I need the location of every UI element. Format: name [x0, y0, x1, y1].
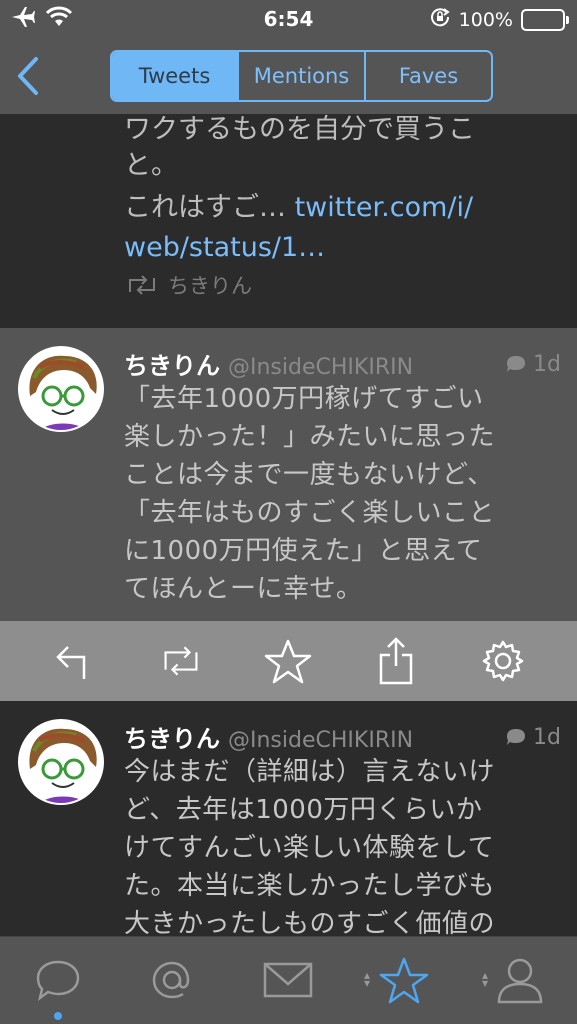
- avatar-image: [20, 721, 102, 803]
- tab-mentions-bottom[interactable]: [144, 955, 200, 1005]
- tweet-header: ちきりん @InsideCHIKIRIN 1d: [124, 346, 561, 381]
- favorites-icon: [379, 957, 429, 1004]
- segmented-control: Tweets Mentions Faves: [110, 50, 493, 102]
- battery-icon: [521, 8, 569, 31]
- gear-icon: [483, 640, 524, 682]
- tweet-header: ちきりん @InsideCHIKIRIN 1d: [124, 719, 561, 754]
- top-bar: 6:54 100% Tweets Mentions Faves: [0, 0, 577, 114]
- mentions-icon: [152, 961, 190, 999]
- orientation-lock-icon: [429, 6, 451, 33]
- reply-icon: [55, 646, 85, 679]
- tweet-selected[interactable]: ちきりん @InsideCHIKIRIN 1d 「去年1000万円稼げてすごい …: [0, 328, 577, 621]
- tab-timeline[interactable]: [30, 955, 86, 1005]
- tweet-line: ことは今まで一度もないけど、: [124, 460, 494, 490]
- retweet-small-icon: [129, 275, 155, 295]
- battery-percent: 100%: [458, 8, 513, 31]
- tweet-line: 「去年1000万円稼げてすごい: [124, 384, 484, 414]
- sort-arrows-icon: ▴ ▾: [364, 968, 371, 990]
- retweet-button[interactable]: [157, 637, 205, 685]
- conversation-icon: [507, 356, 526, 372]
- author-handle[interactable]: @InsideCHIKIRIN: [228, 728, 413, 753]
- active-tab-indicator: [54, 1012, 62, 1020]
- tweet-line: ワクするものを自分で買うこ: [124, 114, 475, 145]
- back-button[interactable]: [14, 56, 44, 96]
- avatar[interactable]: [18, 719, 104, 805]
- author-name[interactable]: ちきりん: [124, 719, 220, 754]
- avatar-image: [20, 348, 102, 430]
- retweeted-by: ちきりん: [124, 270, 252, 300]
- timeline-icon: [36, 960, 80, 1002]
- tweet-line: てほんとーに幸せ。: [124, 574, 363, 604]
- tweet-next[interactable]: ちきりん @InsideCHIKIRIN 1d 今はまだ（詳細は）言えないけ ど…: [0, 701, 577, 936]
- status-bar: 6:54 100%: [0, 0, 577, 38]
- conversation-icon: [507, 729, 526, 745]
- sort-arrows-icon: ▴ ▾: [482, 968, 489, 990]
- reply-button[interactable]: [50, 637, 98, 685]
- tweet-line: 「去年はものすごく楽しいこと: [124, 498, 496, 528]
- retweeter-name: ちきりん: [168, 274, 252, 298]
- author-name[interactable]: ちきりん: [124, 346, 220, 381]
- author-handle[interactable]: @InsideCHIKIRIN: [228, 355, 413, 380]
- messages-icon: [263, 962, 313, 998]
- tab-mentions[interactable]: Mentions: [239, 52, 366, 100]
- profile-icon: [497, 958, 543, 1004]
- chevron-left-icon: [18, 57, 38, 95]
- retweet-icon: [164, 646, 198, 676]
- tweet-action-bar: [0, 621, 577, 701]
- tab-profile[interactable]: [492, 955, 548, 1005]
- tweet-link-continued[interactable]: web/status/1…: [124, 228, 325, 267]
- status-right: 100%: [429, 6, 569, 33]
- tweet-link[interactable]: twitter.com/i/: [295, 192, 474, 223]
- tweet-meta: 1d: [505, 725, 561, 750]
- tab-tweets[interactable]: Tweets: [112, 52, 239, 100]
- avatar[interactable]: [18, 346, 104, 432]
- tweet-line: と。: [124, 150, 178, 181]
- star-icon: [265, 639, 312, 684]
- share-button[interactable]: [372, 637, 420, 685]
- tweet-line: 楽しかった！」みたいに思った: [124, 422, 496, 452]
- tab-faves[interactable]: Faves: [366, 52, 491, 100]
- tweet-line: に1000万円使えた」と思えて: [124, 536, 483, 566]
- tweet-line: 大きかったしものすごく価値の: [124, 909, 496, 936]
- tweet-body: 「去年1000万円稼げてすごい 楽しかった！」みたいに思った ことは今まで一度も…: [124, 380, 564, 608]
- tweet-line: た。本当に楽しかったし学びも: [124, 871, 496, 901]
- tweet-partial[interactable]: ワクするものを自分で買うこ と。 これはすご… twitter.com/i/ w…: [0, 114, 577, 328]
- tweet-age: 1d: [533, 351, 561, 377]
- tab-favorites[interactable]: [376, 955, 432, 1005]
- favorite-button[interactable]: [264, 637, 312, 685]
- tweet-meta: 1d: [505, 352, 561, 377]
- share-icon: [379, 637, 413, 685]
- tweet-age: 1d: [533, 724, 561, 750]
- tweet-line: けてすんごい楽しい体験をして: [124, 833, 495, 863]
- tab-bar: ▴ ▾ ▴ ▾: [0, 936, 577, 1024]
- tweet-line-with-link: これはすご… twitter.com/i/: [124, 188, 473, 227]
- tweet-body: 今はまだ（詳細は）言えないけ ど、去年は1000万円くらいか けてすんごい楽しい…: [124, 753, 564, 936]
- truncated-text: これはすご…: [124, 192, 295, 223]
- tweet-line: ど、去年は1000万円くらいか: [124, 795, 483, 825]
- tweet-line: 今はまだ（詳細は）言えないけ: [124, 757, 496, 787]
- tab-messages[interactable]: [260, 955, 316, 1005]
- settings-button[interactable]: [479, 637, 527, 685]
